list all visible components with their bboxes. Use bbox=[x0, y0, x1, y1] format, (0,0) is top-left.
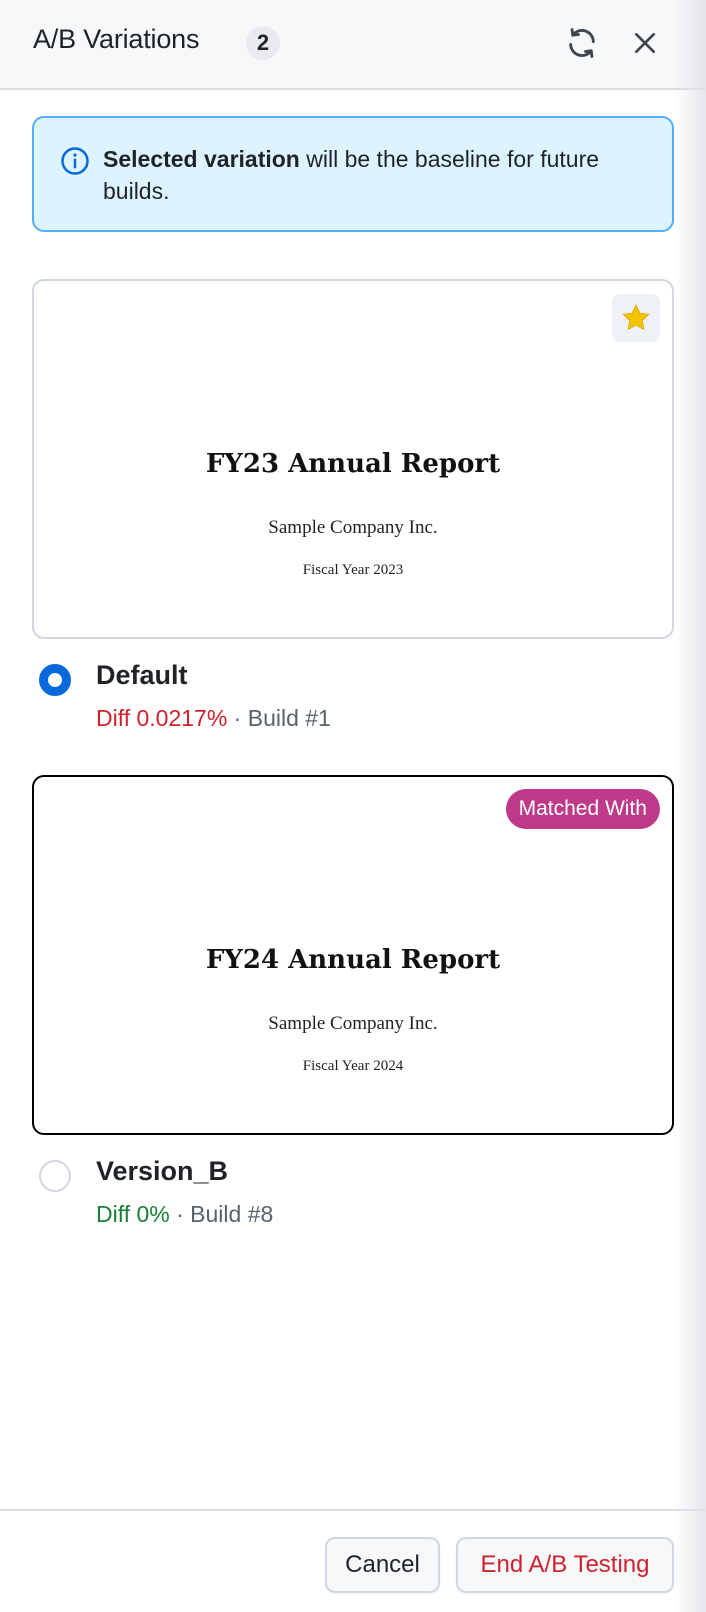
preview-doc-company: Sample Company Inc. bbox=[268, 517, 438, 538]
variation-diff: Diff 0% bbox=[96, 1201, 170, 1227]
end-ab-testing-button[interactable]: End A/B Testing bbox=[456, 1537, 674, 1593]
preview-doc-company: Sample Company Inc. bbox=[268, 1013, 438, 1034]
variation-count-badge: 2 bbox=[246, 26, 280, 60]
ab-variations-panel: A/B Variations 2 Selected variation will… bbox=[0, 0, 706, 1612]
variation-preview-card-default[interactable]: FY23 Annual Report Sample Company Inc. F… bbox=[32, 279, 674, 639]
panel-title: A/B Variations bbox=[33, 24, 200, 54]
variation-radio-version-b[interactable] bbox=[39, 1160, 71, 1192]
preview-doc-title: FY24 Annual Report bbox=[205, 945, 501, 975]
variation-preview-card-version-b[interactable]: Matched With FY24 Annual Report Sample C… bbox=[32, 775, 674, 1135]
panel-footer: Cancel End A/B Testing bbox=[0, 1509, 706, 1612]
star-icon bbox=[622, 304, 650, 330]
variation-meta: Diff 0.0217% · Build #1 bbox=[96, 705, 331, 732]
variation-name: Default bbox=[96, 660, 188, 690]
variation-build: Build #8 bbox=[190, 1201, 274, 1227]
preview-doc-year: Fiscal Year 2023 bbox=[302, 562, 404, 578]
variation-name: Version_B bbox=[96, 1156, 229, 1186]
matched-with-badge: Matched With bbox=[505, 789, 660, 829]
baseline-star-button[interactable] bbox=[612, 294, 660, 342]
meta-separator: · bbox=[227, 705, 248, 731]
variation-radio-default[interactable] bbox=[39, 664, 71, 696]
close-button[interactable] bbox=[624, 22, 666, 64]
info-message-bold: Selected variation bbox=[103, 146, 300, 172]
panel-header: A/B Variations 2 bbox=[0, 0, 706, 90]
panel-edge-shadow bbox=[674, 0, 706, 1612]
variation-diff: Diff 0.0217% bbox=[96, 705, 228, 731]
info-banner: Selected variation will be the baseline … bbox=[32, 116, 674, 232]
close-icon bbox=[635, 33, 655, 53]
info-message: Selected variation will be the baseline … bbox=[103, 143, 623, 207]
preview-doc-year: Fiscal Year 2024 bbox=[302, 1058, 404, 1074]
variation-meta: Diff 0% · Build #8 bbox=[96, 1201, 273, 1228]
cancel-button[interactable]: Cancel bbox=[325, 1537, 440, 1593]
refresh-button[interactable] bbox=[561, 22, 603, 64]
variation-build: Build #1 bbox=[247, 705, 331, 731]
refresh-icon bbox=[569, 28, 595, 58]
info-icon bbox=[61, 147, 89, 175]
meta-separator: · bbox=[169, 1201, 191, 1227]
preview-doc-title: FY23 Annual Report bbox=[205, 449, 501, 479]
